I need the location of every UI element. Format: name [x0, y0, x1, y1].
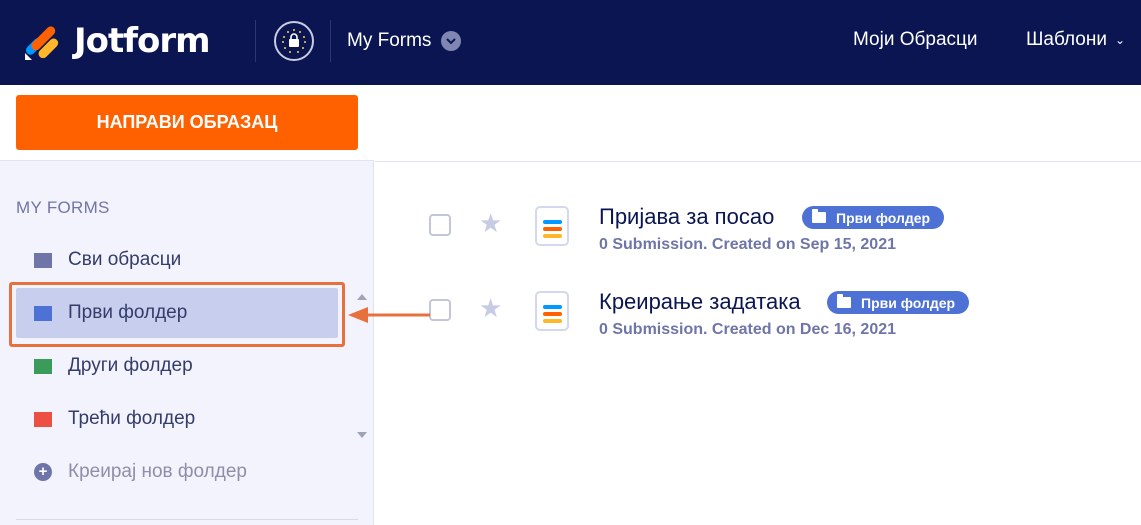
- my-forms-dropdown[interactable]: My Forms: [347, 29, 462, 53]
- nav-templates-label: Шаблони: [1026, 29, 1107, 50]
- folder-tag-label: Први фолдер: [836, 209, 931, 226]
- form-icon: [535, 206, 569, 246]
- star-icon[interactable]: ★: [479, 210, 502, 236]
- scroll-up-arrow-icon[interactable]: [357, 294, 367, 300]
- folder-icon: [34, 411, 52, 427]
- sidebar-item-all-forms[interactable]: Сви обрасци: [16, 235, 338, 285]
- folder-icon: [812, 209, 826, 223]
- nav-my-forms-link[interactable]: Моји Обрасци: [853, 29, 978, 51]
- sidebar-item-label: Други фолдер: [68, 355, 193, 376]
- sidebar-item-second-folder[interactable]: Други фолдер: [16, 341, 338, 391]
- jotform-logo[interactable]: Jotform: [22, 20, 211, 62]
- create-form-area: НАПРАВИ ОБРАЗАЦ: [0, 85, 374, 161]
- folder-tag[interactable]: Први фолдер: [802, 206, 945, 229]
- form-icon: [535, 291, 569, 331]
- chevron-down-icon: [441, 31, 462, 51]
- sidebar-divider: [16, 519, 358, 520]
- sidebar-item-label: Трећи фолдер: [68, 408, 196, 429]
- folder-icon: [837, 294, 851, 308]
- form-title[interactable]: Пријава за посао: [599, 204, 774, 230]
- create-new-folder-button[interactable]: + Креирај нов фолдер: [16, 447, 338, 497]
- my-forms-label: My Forms: [347, 30, 432, 51]
- form-title[interactable]: Креирање задатака: [599, 289, 801, 315]
- forms-toolbar: [375, 85, 1141, 162]
- sidebar-section-title: MY FORMS: [16, 198, 110, 217]
- jotform-logo-icon: [24, 26, 59, 60]
- plus-circle-icon: +: [34, 463, 52, 481]
- folder-icon: [34, 252, 52, 268]
- star-icon[interactable]: ★: [479, 295, 502, 321]
- sidebar: НАПРАВИ ОБРАЗАЦ MY FORMS Сви обрасци Прв…: [0, 85, 374, 525]
- create-form-button[interactable]: НАПРАВИ ОБРАЗАЦ: [16, 95, 358, 150]
- sidebar-item-label: Сви обрасци: [68, 249, 182, 270]
- top-navigation-bar: Jotform My Forms Моји Обрасци Шаблони ⌄: [0, 0, 1141, 85]
- lock-icon: [282, 29, 306, 53]
- folder-tag-label: Први фолдер: [861, 294, 956, 311]
- sidebar-item-third-folder[interactable]: Трећи фолдер: [16, 394, 338, 444]
- highlight-annotation-box: [9, 282, 345, 347]
- form-list-item[interactable]: ★ Креирање задатака Први фолдер 0 Submis…: [375, 285, 1141, 355]
- chevron-down-icon: ⌄: [1114, 33, 1126, 47]
- form-select-checkbox[interactable]: [429, 214, 451, 236]
- form-select-checkbox[interactable]: [429, 299, 451, 321]
- form-meta: 0 Submission. Created on Dec 16, 2021: [599, 321, 897, 338]
- create-folder-label: Креирај нов фолдер: [68, 461, 247, 482]
- form-meta: 0 Submission. Created on Sep 15, 2021: [599, 236, 896, 253]
- folder-tag[interactable]: Први фолдер: [827, 291, 970, 314]
- form-list-item[interactable]: ★ Пријава за посао Први фолдер 0 Submiss…: [375, 200, 1141, 270]
- logo-text: Jotform: [74, 21, 211, 61]
- nav-templates-link[interactable]: Шаблони ⌄: [1026, 29, 1125, 51]
- scroll-down-arrow-icon[interactable]: [357, 432, 367, 438]
- header-divider: [330, 20, 331, 62]
- folder-icon: [34, 358, 52, 374]
- annotation-arrow-icon: [348, 307, 430, 323]
- eu-safe-badge[interactable]: [274, 21, 314, 61]
- header-divider: [255, 20, 256, 62]
